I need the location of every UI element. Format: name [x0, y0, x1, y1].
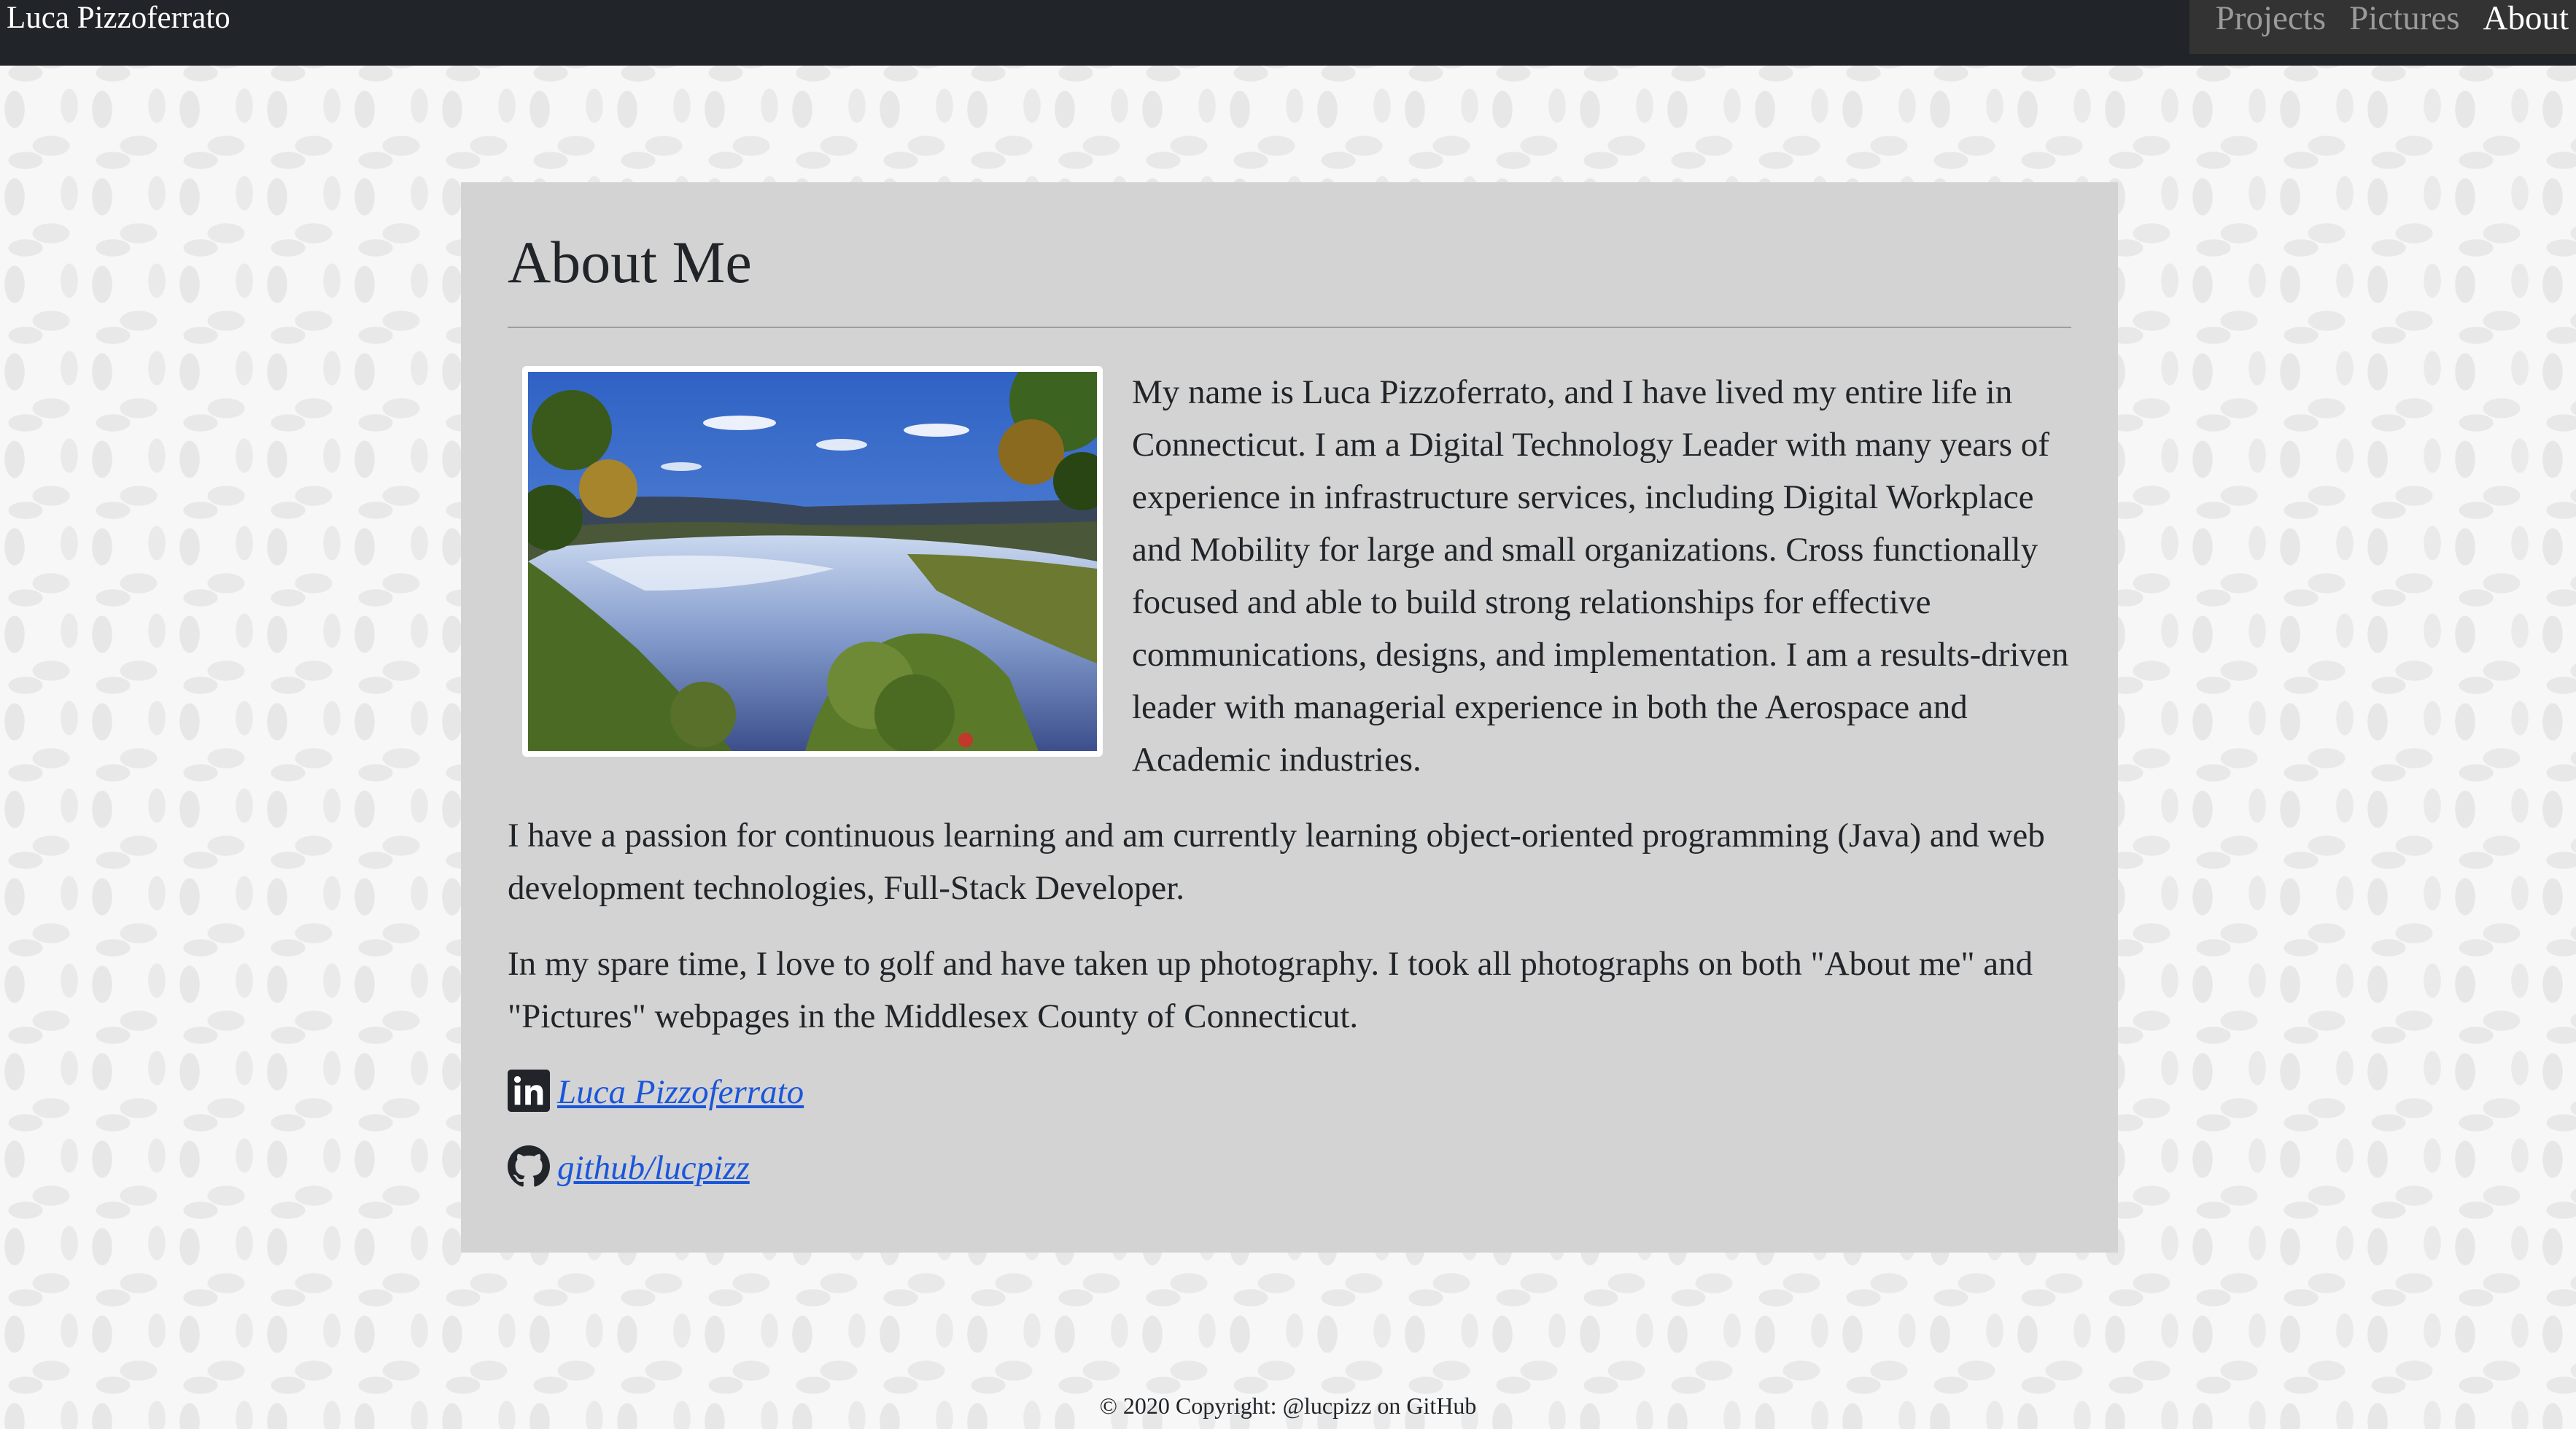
- about-card: About Me My name is Luca Pizzoferrato, a…: [461, 182, 2118, 1253]
- nav-link-pictures[interactable]: Pictures: [2349, 0, 2459, 36]
- river-photo: [522, 366, 1103, 757]
- brand-name[interactable]: Luca Pizzoferrato: [7, 0, 230, 36]
- github-link[interactable]: github/lucpizz: [557, 1148, 750, 1188]
- linkedin-link-row: Luca Pizzoferrato: [508, 1066, 2071, 1118]
- bio-paragraph-3: In my spare time, I love to golf and hav…: [508, 945, 2033, 1035]
- nav-link-projects[interactable]: Projects: [2216, 0, 2326, 36]
- bio-paragraph-2: I have a passion for continuous learning…: [508, 817, 2045, 907]
- navbar: Luca Pizzoferrato Projects Pictures Abou…: [0, 0, 2576, 66]
- nav-menu: Projects Pictures About: [2189, 0, 2576, 54]
- linkedin-link[interactable]: Luca Pizzoferrato: [557, 1072, 804, 1112]
- github-link-row: github/lucpizz: [508, 1142, 2071, 1194]
- github-icon[interactable]: [508, 1145, 550, 1191]
- page-title: About Me: [508, 229, 752, 295]
- nav-link-about[interactable]: About: [2483, 0, 2569, 36]
- linkedin-icon[interactable]: [508, 1069, 550, 1115]
- about-content: My name is Luca Pizzoferrato, and I have…: [508, 366, 2071, 1194]
- footer-copyright: © 2020 Copyright: @lucpizz on GitHub: [1099, 1393, 1477, 1419]
- divider: [508, 327, 2071, 328]
